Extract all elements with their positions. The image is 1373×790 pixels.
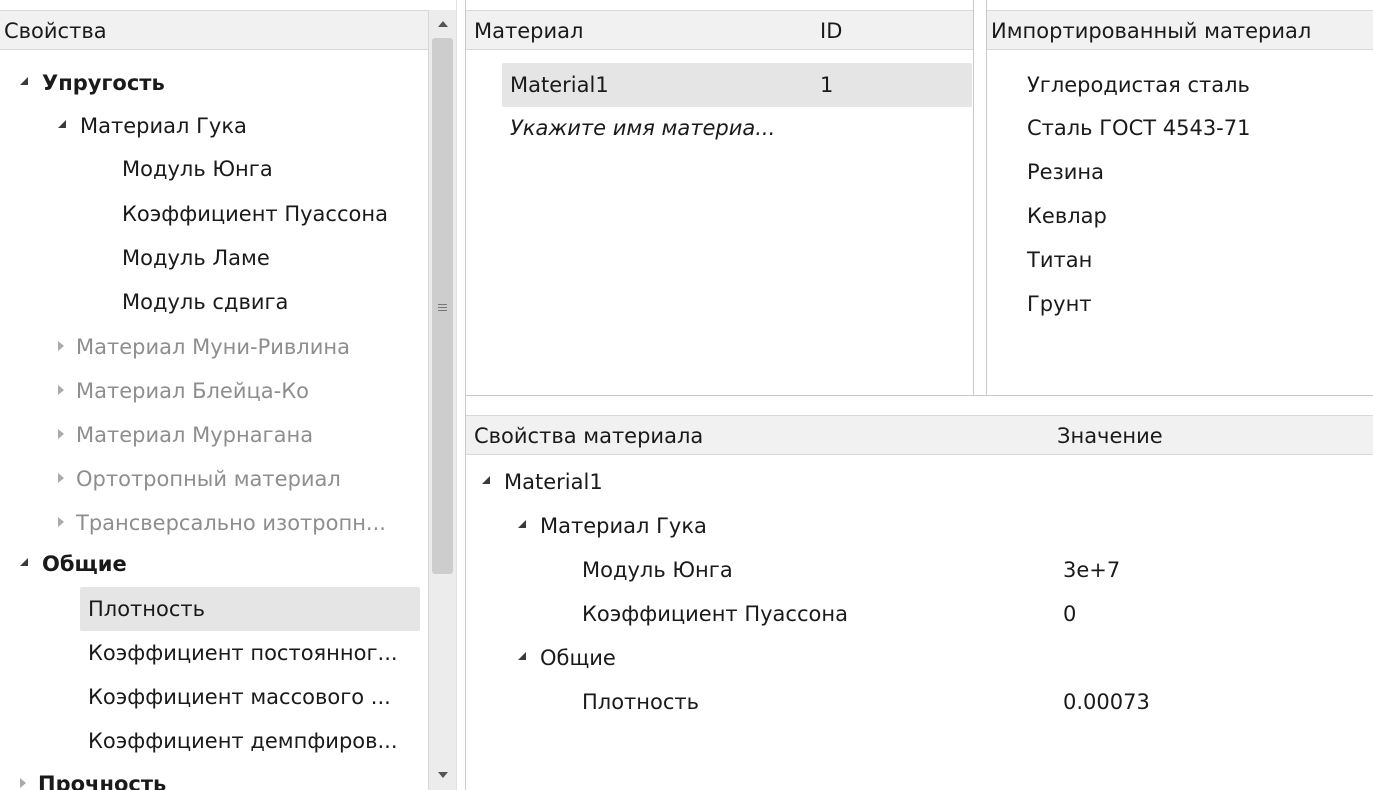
expand-open-icon[interactable] xyxy=(482,476,490,484)
prop-value-young[interactable]: 3e+7 xyxy=(1063,548,1120,592)
tree-item-young[interactable]: Модуль Юнга xyxy=(122,147,273,191)
expand-open-icon[interactable] xyxy=(518,520,526,528)
tree-node-murnaghan[interactable]: Материал Мурнагана xyxy=(58,413,313,457)
imported-item[interactable]: Углеродистая сталь xyxy=(1027,63,1250,107)
properties-panel: Свойства Упругость Материал Гука Модуль … xyxy=(0,0,428,790)
scroll-up-arrow[interactable] xyxy=(429,10,456,36)
scroll-down-arrow[interactable] xyxy=(429,764,456,790)
col-value[interactable]: Значение xyxy=(1057,424,1163,448)
prop-value-density[interactable]: 0.00073 xyxy=(1063,680,1150,724)
prop-node-hooke[interactable]: Материал Гука xyxy=(518,504,707,548)
tree-node-strength[interactable]: Прочность xyxy=(20,762,166,790)
properties-header[interactable]: Свойства xyxy=(0,10,428,50)
prop-value-poisson[interactable]: 0 xyxy=(1063,592,1076,636)
expand-open-icon[interactable] xyxy=(518,652,526,660)
material-id: 1 xyxy=(820,73,834,97)
imported-item[interactable]: Грунт xyxy=(1027,282,1092,326)
splitter-horizontal[interactable] xyxy=(466,395,1373,405)
tree-node-hooke[interactable]: Материал Гука xyxy=(58,104,247,148)
splitter-middle[interactable] xyxy=(973,0,987,398)
tree-node-blatz[interactable]: Материал Блейца-Ко xyxy=(58,369,309,413)
material-name: Material1 xyxy=(510,73,609,97)
imported-item[interactable]: Кевлар xyxy=(1027,194,1107,238)
expand-open-icon[interactable] xyxy=(58,120,66,128)
tree-item-shear[interactable]: Модуль сдвига xyxy=(122,280,288,324)
imported-item[interactable]: Резина xyxy=(1027,150,1104,194)
material-properties-header: Свойства материала Значение xyxy=(466,415,1373,455)
imported-item[interactable]: Титан xyxy=(1027,238,1092,282)
scroll-thumb[interactable] xyxy=(432,38,453,574)
tree-node-general[interactable]: Общие xyxy=(20,542,127,586)
splitter-left[interactable] xyxy=(456,0,466,790)
tree-item-density[interactable]: Плотность xyxy=(80,587,420,631)
material-properties-panel: Свойства материала Значение Material1 Ма… xyxy=(466,405,1373,790)
properties-header-label: Свойства xyxy=(4,19,107,43)
prop-row-density[interactable]: Плотность xyxy=(582,680,699,724)
col-id[interactable]: ID xyxy=(820,19,842,43)
properties-scrollbar[interactable] xyxy=(428,10,456,790)
tree-item-poisson[interactable]: Коэффициент Пуассона xyxy=(122,192,388,236)
tree-node-elasticity[interactable]: Упругость xyxy=(20,61,165,105)
imported-panel: Импортированный материал Углеродистая ст… xyxy=(987,0,1373,395)
tree-item-mass-coef[interactable]: Коэффициент массового ... xyxy=(88,675,391,719)
materials-panel: Материал ID Material1 1 Укажите имя мате… xyxy=(466,0,973,395)
tree-item-damping-coef[interactable]: Коэффициент демпфиров... xyxy=(88,719,398,763)
col-property[interactable]: Свойства материала xyxy=(474,424,703,448)
tree-item-lame[interactable]: Модуль Ламе xyxy=(122,236,270,280)
material-row[interactable]: Material1 1 xyxy=(502,63,972,107)
col-imported[interactable]: Импортированный материал xyxy=(991,19,1311,43)
prop-row-poisson[interactable]: Коэффициент Пуассона xyxy=(582,592,848,636)
tree-item-const-coef[interactable]: Коэффициент постоянног... xyxy=(88,631,398,675)
expand-open-icon[interactable] xyxy=(20,77,28,85)
materials-header: Материал ID xyxy=(466,10,973,50)
tree-node-transverse[interactable]: Трансверсально изотропн... xyxy=(58,501,386,545)
expand-closed-icon[interactable] xyxy=(20,778,26,788)
prop-node-material[interactable]: Material1 xyxy=(482,460,603,504)
expand-open-icon[interactable] xyxy=(20,558,28,566)
tree-node-orthotropic[interactable]: Ортотропный материал xyxy=(58,457,341,501)
imported-header: Импортированный материал xyxy=(987,10,1373,50)
expand-closed-icon[interactable] xyxy=(58,517,64,527)
expand-closed-icon[interactable] xyxy=(58,429,64,439)
prop-row-young[interactable]: Модуль Юнга xyxy=(582,548,733,592)
expand-closed-icon[interactable] xyxy=(58,341,64,351)
imported-item[interactable]: Сталь ГОСТ 4543-71 xyxy=(1027,106,1250,150)
tree-node-mooney[interactable]: Материал Муни-Ривлина xyxy=(58,325,350,369)
expand-closed-icon[interactable] xyxy=(58,473,64,483)
col-material[interactable]: Материал xyxy=(474,19,583,43)
new-material-input[interactable]: Укажите имя материа... xyxy=(510,106,775,150)
prop-node-general[interactable]: Общие xyxy=(518,636,616,680)
expand-closed-icon[interactable] xyxy=(58,385,64,395)
